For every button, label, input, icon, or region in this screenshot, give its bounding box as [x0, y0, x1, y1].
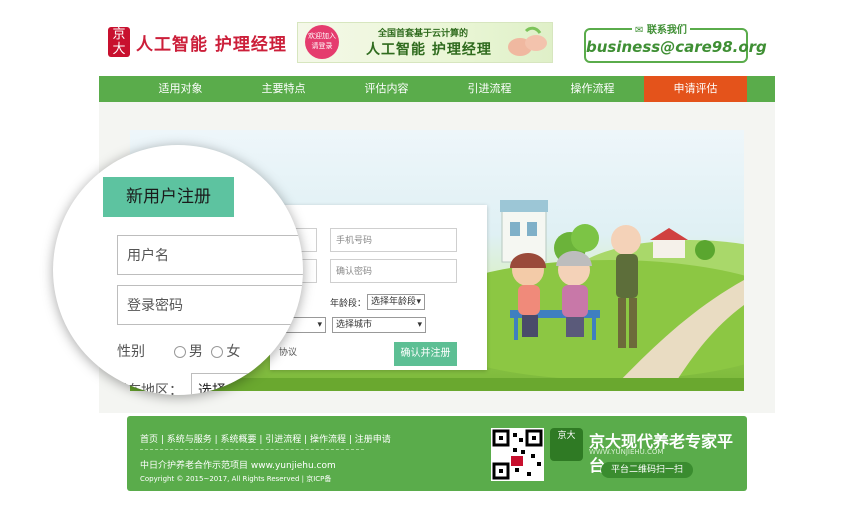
male-radio[interactable]: [173, 346, 186, 358]
footer-site[interactable]: 中日介护养老合作示范项目 www.yunjiehu.com: [140, 458, 336, 471]
nav-item-operation[interactable]: 操作流程: [541, 76, 644, 102]
contact-email[interactable]: business@care98.org: [586, 38, 767, 56]
chevron-down-icon: ▾: [417, 320, 422, 330]
site-logo-text[interactable]: 人工智能 护理经理: [136, 30, 287, 55]
username-input[interactable]: 用户名: [117, 235, 303, 275]
password-input[interactable]: 登录密码: [117, 285, 303, 325]
region-select[interactable]: 选择省: [191, 373, 303, 395]
nav-item-target[interactable]: 适用对象: [129, 76, 232, 102]
footer-copyright: Copyright © 2015~2017, All Rights Reserv…: [140, 475, 332, 483]
main-nav: 适用对象 主要特点 评估内容 引进流程 操作流程 申请评估: [99, 76, 775, 102]
banner-subtitle: 全国首套基于云计算的: [378, 29, 469, 39]
scan-qr-label: 平台二维码扫一扫: [601, 462, 693, 478]
logo-icon: 京大: [108, 27, 130, 57]
city-select[interactable]: 选择城市 ▾: [332, 317, 426, 333]
nav-item-assessment[interactable]: 评估内容: [335, 76, 438, 102]
agreement-link[interactable]: 协议: [279, 345, 297, 358]
magnifier-zoom: 新用户注册 用户名 登录密码 性别 男 女 所在地区： 选择省: [53, 145, 303, 395]
footer: 首页 | 系统与服务 | 系统概要 | 引进流程 | 操作流程 | 注册申请 中…: [127, 416, 747, 491]
gender-label: 性别: [117, 344, 145, 360]
nav-item-apply[interactable]: 申请评估: [644, 76, 747, 102]
nav-item-intro-process[interactable]: 引进流程: [438, 76, 541, 102]
brand-url: WWW.YUNJIEHU.COM: [589, 448, 664, 456]
brand-logo-icon: 京大: [550, 428, 583, 461]
login-badge[interactable]: 欢迎加入 请登录: [305, 25, 339, 59]
contact-box[interactable]: ✉ 联系我们 business@care98.org: [584, 21, 767, 63]
qr-code-icon: [491, 428, 544, 481]
age-label: 年龄段：: [330, 299, 367, 309]
register-title: 新用户注册: [103, 177, 234, 217]
footer-links[interactable]: 首页 | 系统与服务 | 系统概要 | 引进流程 | 操作流程 | 注册申请: [140, 432, 391, 445]
contact-label: ✉ 联系我们: [632, 21, 690, 36]
nav-item-features[interactable]: 主要特点: [232, 76, 335, 102]
footer-divider: [140, 449, 364, 450]
header-banner[interactable]: 欢迎加入 请登录 全国首套基于云计算的 人工智能 护理经理: [297, 22, 553, 63]
phone-field[interactable]: 手机号码: [330, 228, 457, 252]
chevron-down-icon: ▾: [317, 320, 322, 330]
confirm-register-button[interactable]: 确认并注册: [394, 342, 457, 366]
gender-group: 性别 男 女: [117, 341, 240, 361]
banner-title: 人工智能 护理经理: [366, 42, 492, 58]
mail-icon: ✉: [635, 25, 647, 36]
hands-icon: [508, 26, 547, 56]
female-radio[interactable]: [211, 346, 224, 358]
confirm-password-field[interactable]: 确认密码: [330, 259, 457, 283]
region-label: 所在地区：: [113, 383, 183, 395]
female-label: 女: [226, 344, 241, 360]
male-label: 男: [188, 344, 203, 360]
chevron-down-icon: ▾: [416, 297, 421, 307]
age-select[interactable]: 选择年龄段 ▾: [367, 294, 425, 310]
